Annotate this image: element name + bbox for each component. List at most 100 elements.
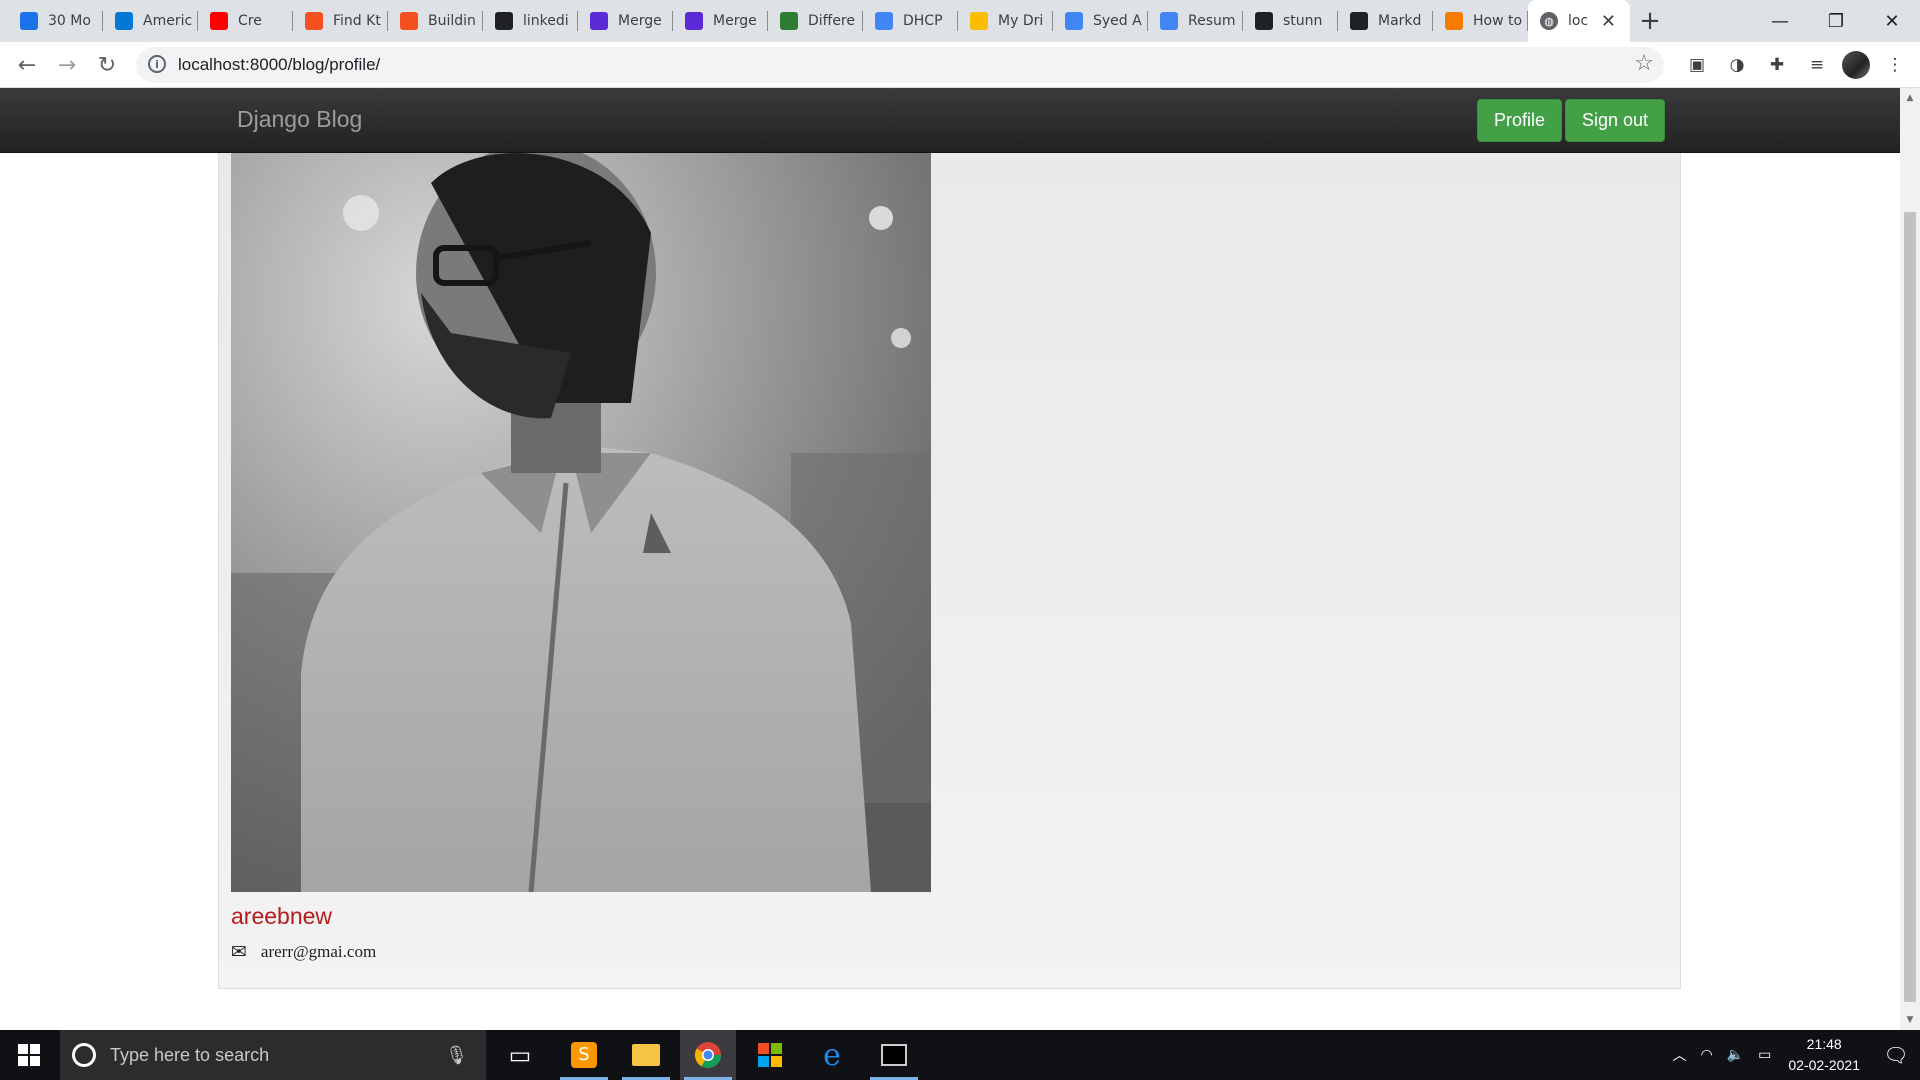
site-brand[interactable]: Django Blog [237, 106, 362, 133]
notifications-icon[interactable]: 🗨 [1872, 1030, 1920, 1080]
page-viewport: Django Blog Profile Sign out areebnew ✉ … [0, 88, 1900, 1030]
bird-icon [1445, 12, 1463, 30]
puzzle-extensions-icon[interactable]: ✚ [1762, 50, 1792, 80]
tab-12[interactable]: Resum [1148, 0, 1243, 42]
tab-11[interactable]: Syed A [1053, 0, 1148, 42]
restore-button[interactable]: ❐ [1808, 0, 1864, 42]
colored-squares-icon [758, 1043, 782, 1067]
sublime-text-icon[interactable]: S [556, 1030, 612, 1080]
profile-photo [231, 153, 931, 892]
dark-mode-extension-icon[interactable]: ◑ [1722, 50, 1752, 80]
volume-icon[interactable]: 🔈 [1727, 1047, 1744, 1063]
kotlin-icon [400, 12, 418, 30]
tab-8[interactable]: Differe [768, 0, 863, 42]
tab-title: linkedi [523, 13, 569, 29]
browser-tab-strip: 30 Mo Americ Cre Find Kt Buildin linkedi Merge… [0, 0, 1920, 42]
tab-extension-icon[interactable]: ▣ [1682, 50, 1712, 80]
tab-0[interactable]: 30 Mo [8, 0, 103, 42]
close-window-button[interactable]: ✕ [1864, 0, 1920, 42]
bookmark-star-icon[interactable]: ☆ [1634, 51, 1654, 76]
youtube-icon [210, 12, 228, 30]
microphone-icon[interactable]: 🎙 [445, 1045, 468, 1066]
site-info-icon[interactable]: i [148, 55, 166, 73]
tab-title: loc [1568, 13, 1589, 29]
tab-10[interactable]: My Dri [958, 0, 1053, 42]
task-view-icon[interactable]: ▭ [492, 1030, 548, 1080]
profile-avatar[interactable] [1842, 51, 1870, 79]
menu-kebab-icon[interactable]: ⋮ [1880, 50, 1910, 80]
tab-title: Find Kt [333, 13, 381, 29]
store-icon[interactable] [742, 1030, 798, 1080]
sign-out-button[interactable]: Sign out [1565, 99, 1666, 142]
chrome-logo-icon [694, 1042, 722, 1069]
terminal-icon[interactable] [866, 1030, 922, 1080]
browser-toolbar: ← → ↻ i localhost:8000/blog/profile/ ☆ ▣… [0, 42, 1920, 88]
windows-taskbar: Type here to search 🎙 ▭ S e ︿ ◠ 🔈 ▭ 21:4… [0, 1030, 1920, 1080]
new-tab-button[interactable]: + [1630, 0, 1670, 42]
docs-icon [1065, 12, 1083, 30]
tab-title: How to [1473, 13, 1523, 29]
tab-2[interactable]: Cre [198, 0, 293, 42]
edge-icon[interactable]: e [804, 1030, 860, 1080]
tab-9[interactable]: DHCP [863, 0, 958, 42]
start-button[interactable] [0, 1030, 58, 1080]
wifi-icon[interactable]: ◠ [1700, 1047, 1712, 1063]
scroll-up-arrow-icon[interactable]: ▲ [1900, 88, 1920, 108]
tab-1[interactable]: Americ [103, 0, 198, 42]
close-tab-icon[interactable]: ✕ [1601, 11, 1616, 32]
battery-icon[interactable]: ▭ [1758, 1047, 1771, 1063]
docs-icon [1160, 12, 1178, 30]
kotlin-icon [305, 12, 323, 30]
media-control-icon[interactable]: ≡ [1802, 50, 1832, 80]
tab-list: 30 Mo Americ Cre Find Kt Buildin linkedi Merge… [8, 0, 1670, 42]
globe-icon: ◍ [1540, 12, 1558, 30]
scroll-down-arrow-icon[interactable]: ▼ [1900, 1010, 1920, 1030]
chrome-icon[interactable] [680, 1030, 736, 1080]
windows-logo-icon [18, 1044, 40, 1066]
taskbar-search-placeholder[interactable]: Type here to search [110, 1045, 445, 1066]
tab-3[interactable]: Find Kt [293, 0, 388, 42]
drive-icon [970, 12, 988, 30]
tab-7[interactable]: Merge [673, 0, 768, 42]
profile-email-row: ✉ arerr@gmai.com [231, 941, 376, 963]
tab-active[interactable]: ◍ loc ✕ [1528, 0, 1630, 42]
tab-6[interactable]: Merge [578, 0, 673, 42]
medium-icon [590, 12, 608, 30]
reload-button[interactable]: ↻ [92, 50, 122, 80]
page-scrollbar[interactable]: ▲ ▼ [1900, 88, 1920, 1030]
tab-title: Resum [1188, 13, 1236, 29]
clock-time: 21:48 [1806, 1036, 1842, 1052]
show-hidden-icons-icon[interactable]: ︿ [1672, 1045, 1686, 1065]
github-icon [1255, 12, 1273, 30]
tab-title: 30 Mo [48, 13, 91, 29]
system-tray: ︿ ◠ 🔈 ▭ 21:48 02-02-2021 🗨 [1665, 1030, 1920, 1080]
tab-title: My Dri [998, 13, 1044, 29]
back-button[interactable]: ← [12, 50, 42, 80]
profile-email: arerr@gmai.com [260, 942, 377, 961]
tab-title: stunn [1283, 13, 1323, 29]
diff-icon [780, 12, 798, 30]
tab-title: Merge [713, 13, 757, 29]
tab-4[interactable]: Buildin [388, 0, 483, 42]
clock-date: 02-02-2021 [1788, 1057, 1860, 1073]
taskbar-clock[interactable]: 21:48 02-02-2021 [1788, 1034, 1860, 1076]
tab-13[interactable]: stunn [1243, 0, 1338, 42]
site-navbar: Django Blog Profile Sign out [0, 88, 1900, 153]
tab-title: Differe [808, 13, 855, 29]
tab-14[interactable]: Markd [1338, 0, 1433, 42]
file-explorer-icon[interactable] [618, 1030, 674, 1080]
profile-button[interactable]: Profile [1477, 99, 1563, 142]
minimize-button[interactable]: — [1752, 0, 1808, 42]
forward-button[interactable]: → [52, 50, 82, 80]
tab-15[interactable]: How to [1433, 0, 1528, 42]
github-icon [495, 12, 513, 30]
tab-5[interactable]: linkedi [483, 0, 578, 42]
tab-title: Americ [143, 13, 193, 29]
address-bar[interactable]: i localhost:8000/blog/profile/ ☆ [136, 47, 1664, 83]
taskbar-search-box[interactable]: Type here to search 🎙 [60, 1030, 486, 1080]
scrollbar-thumb[interactable] [1904, 212, 1916, 1002]
spiral-icon [20, 12, 38, 30]
url-text[interactable]: localhost:8000/blog/profile/ [178, 55, 380, 75]
cortana-icon [72, 1043, 96, 1067]
tab-title: Syed A [1093, 13, 1142, 29]
